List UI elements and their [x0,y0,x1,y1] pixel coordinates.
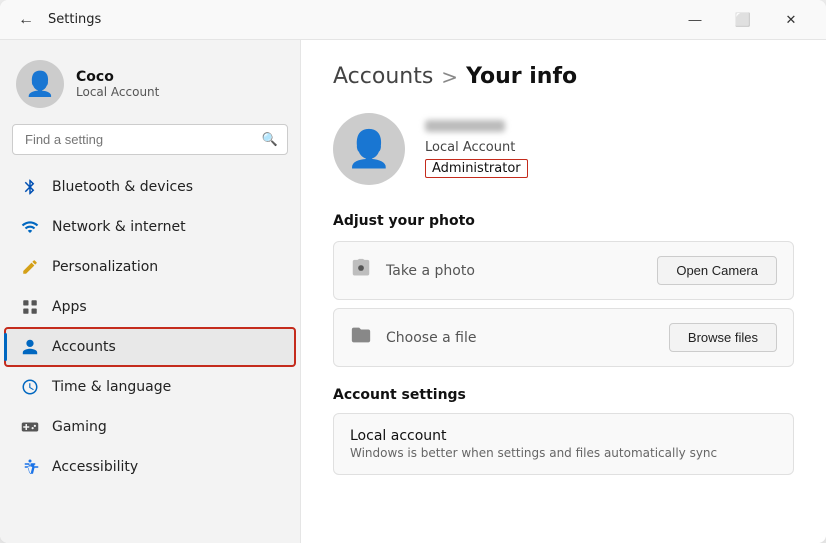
profile-role-badge: Administrator [425,159,528,178]
search-box: 🔍 [12,124,288,155]
folder-icon [350,324,372,351]
sidebar-item-label: Personalization [52,259,158,275]
sidebar-item-accessibility[interactable]: Accessibility [4,447,296,487]
profile-name-blurred [425,120,505,132]
avatar: 👤 [16,60,64,108]
sidebar-item-network[interactable]: Network & internet [4,207,296,247]
titlebar-title: Settings [48,12,101,27]
minimize-button[interactable]: — [672,4,718,36]
sidebar-item-time[interactable]: Time & language [4,367,296,407]
sidebar: 👤 Coco Local Account 🔍 Bluetooth & devic… [0,40,300,543]
browse-files-button[interactable]: Browse files [669,323,777,352]
take-photo-card: Take a photo Open Camera [333,241,794,300]
breadcrumb-current: Your info [466,64,577,89]
choose-file-label: Choose a file [386,330,655,346]
sidebar-item-personalization[interactable]: Personalization [4,247,296,287]
adjust-photo-title: Adjust your photo [333,213,794,229]
search-input[interactable] [12,124,288,155]
sidebar-item-label: Time & language [52,379,171,395]
choose-file-card: Choose a file Browse files [333,308,794,367]
breadcrumb-accounts: Accounts [333,64,433,89]
take-photo-label: Take a photo [386,263,643,279]
local-account-title: Local account [350,428,777,444]
main-content: Accounts > Your info 👤 Local Account Adm… [300,40,826,543]
open-camera-button[interactable]: Open Camera [657,256,777,285]
sidebar-item-label: Gaming [52,419,107,435]
breadcrumb: Accounts > Your info [333,64,794,89]
window-controls: — ⬜ ✕ [672,4,814,36]
back-button[interactable]: ← [12,6,40,34]
sidebar-item-label: Bluetooth & devices [52,179,193,195]
close-button[interactable]: ✕ [768,4,814,36]
sidebar-item-label: Apps [52,299,87,315]
search-icon: 🔍 [262,132,278,147]
sidebar-item-label: Accounts [52,339,116,355]
accounts-icon [20,337,40,357]
settings-window: ← Settings — ⬜ ✕ 👤 Coco Local Account [0,0,826,543]
time-icon [20,377,40,397]
sidebar-item-bluetooth[interactable]: Bluetooth & devices [4,167,296,207]
sidebar-item-apps[interactable]: Apps [4,287,296,327]
sidebar-item-label: Accessibility [52,459,138,475]
apps-icon [20,297,40,317]
bluetooth-icon [20,177,40,197]
user-account-type: Local Account [76,85,159,99]
local-account-card: Local account Windows is better when set… [333,413,794,475]
account-settings-title: Account settings [333,387,794,403]
sidebar-item-gaming[interactable]: Gaming [4,407,296,447]
user-info: 👤 Coco Local Account [0,48,300,124]
profile-avatar: 👤 [333,113,405,185]
local-account-desc: Windows is better when settings and file… [350,446,777,460]
sidebar-item-accounts[interactable]: Accounts [4,327,296,367]
content-area: 👤 Coco Local Account 🔍 Bluetooth & devic… [0,40,826,543]
sidebar-item-label: Network & internet [52,219,186,235]
breadcrumb-separator: > [441,65,458,89]
profile-section: 👤 Local Account Administrator [333,113,794,185]
accessibility-icon [20,457,40,477]
pencil-icon [20,257,40,277]
profile-account-type: Local Account [425,140,528,155]
titlebar: ← Settings — ⬜ ✕ [0,0,826,40]
user-name: Coco [76,69,159,85]
maximize-button[interactable]: ⬜ [720,4,766,36]
camera-icon [350,257,372,284]
gaming-icon [20,417,40,437]
network-icon [20,217,40,237]
profile-info: Local Account Administrator [425,120,528,178]
